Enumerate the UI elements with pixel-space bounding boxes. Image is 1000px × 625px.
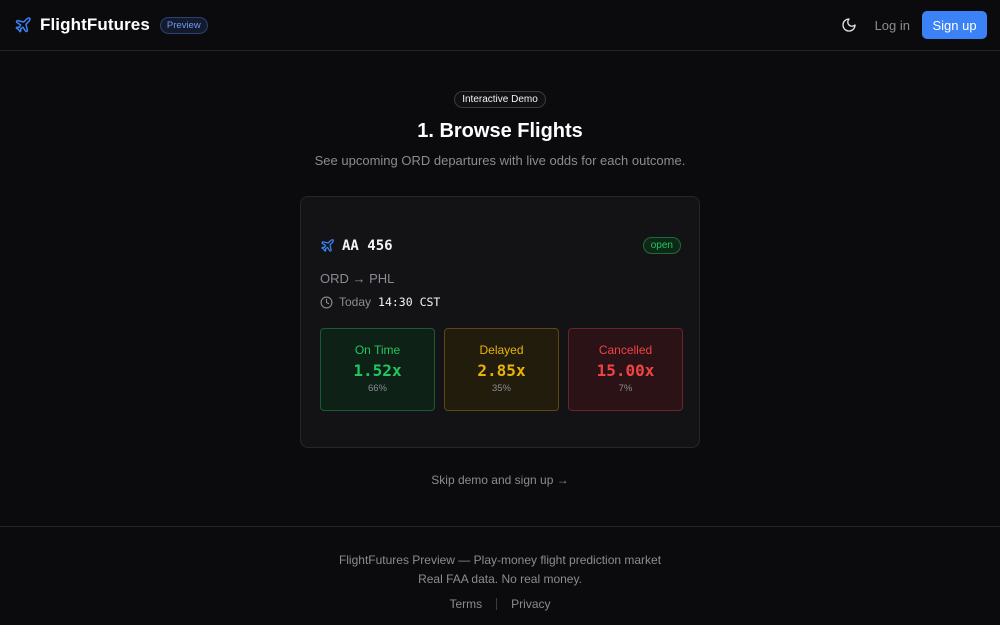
top-nav: FlightFutures Preview Log in Sign up [0, 0, 1000, 51]
footer-divider [496, 598, 498, 610]
outcome-label: Delayed [479, 343, 524, 357]
signup-button[interactable]: Sign up [922, 11, 987, 39]
outcome-odds: 2.85x [477, 361, 526, 380]
flight-card[interactable]: AA 456 open ORD → PHL Today 14:30 CST On… [300, 196, 700, 448]
outcome-odds: 15.00x [596, 361, 655, 380]
preview-badge: Preview [159, 16, 208, 34]
terms-link[interactable]: Terms [449, 597, 482, 611]
outcome-options: On Time 1.52x 66% Delayed 2.85x 35% Canc… [320, 328, 683, 411]
skip-demo: Skip demo and sign up → [0, 473, 1000, 487]
footer-disclaimer: Real FAA data. No real money. [418, 572, 582, 586]
interactive-demo-pill: Interactive Demo [454, 91, 546, 108]
outcome-label: On Time [354, 343, 401, 357]
departure-day: Today [339, 295, 372, 309]
footer-links: Terms Privacy [0, 597, 1000, 611]
plane-icon [320, 238, 335, 253]
flight-header: AA 456 open [320, 237, 681, 254]
status-badge: open [642, 237, 681, 254]
flight-route: ORD → PHL [320, 271, 395, 286]
outcome-probability: 66% [367, 383, 387, 394]
brand-name: FlightFutures [40, 15, 150, 34]
footer: FlightFutures Preview — Play-money fligh… [0, 526, 1000, 625]
outcome-label: Cancelled [598, 343, 653, 357]
outcome-probability: 7% [618, 383, 633, 394]
outcome-odds: 1.52x [353, 361, 402, 380]
privacy-link[interactable]: Privacy [511, 597, 550, 611]
outcome-probability: 35% [491, 383, 511, 394]
departure-time-value: 14:30 CST [378, 295, 441, 309]
departure-time: Today 14:30 CST [320, 295, 440, 309]
skip-demo-link[interactable]: Skip demo and sign up → [431, 473, 568, 487]
flight-id: AA 456 [320, 238, 393, 254]
nav-actions: Log in Sign up [841, 11, 987, 39]
page-subtitle: See upcoming ORD departures with live od… [314, 153, 686, 168]
footer-tagline: FlightFutures Preview — Play-money fligh… [338, 553, 662, 567]
flight-number: AA 456 [342, 237, 393, 254]
moon-icon[interactable] [841, 17, 857, 33]
clock-icon [320, 296, 333, 309]
outcome-on-time[interactable]: On Time 1.52x 66% [320, 328, 435, 411]
outcome-cancelled[interactable]: Cancelled 15.00x 7% [568, 328, 683, 411]
outcome-delayed[interactable]: Delayed 2.85x 35% [444, 328, 559, 411]
brand[interactable]: FlightFutures Preview [14, 15, 208, 35]
page-title: 1. Browse Flights [417, 120, 583, 142]
plane-icon [14, 16, 32, 34]
login-link[interactable]: Log in [875, 18, 910, 33]
